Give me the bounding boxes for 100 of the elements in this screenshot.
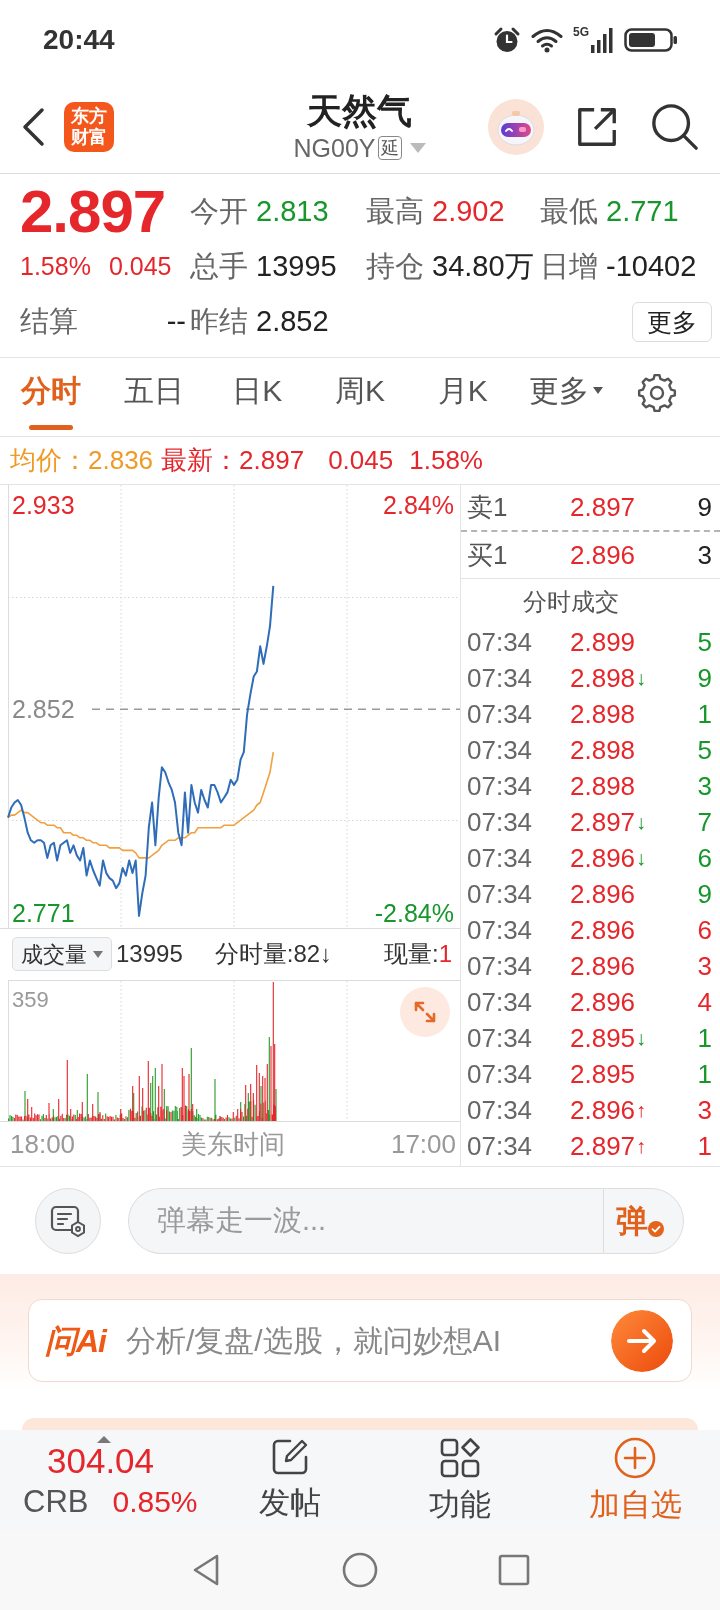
- grid-icon: [439, 1437, 481, 1479]
- tick-volume: 9: [697, 661, 712, 695]
- tick-time: 07:34: [467, 769, 534, 803]
- caret-up-icon[interactable]: [97, 1436, 111, 1443]
- arrow-right-icon[interactable]: [611, 1309, 673, 1372]
- tick-volume: 7: [697, 805, 712, 839]
- minute-volume: 分时量:82↓: [214, 939, 333, 969]
- chart-tab[interactable]: 分时: [17, 358, 86, 436]
- percent-axis-label: -2.84%: [374, 899, 454, 928]
- tick-volume: 3: [697, 1093, 712, 1127]
- order-volume: 3: [697, 538, 712, 572]
- last-price: 2.897: [20, 183, 167, 240]
- tick-volume: 1: [697, 1021, 712, 1055]
- tick-price: 2.898: [570, 733, 636, 767]
- field-value: 2.813: [256, 193, 329, 229]
- order-volume: 9: [697, 491, 712, 524]
- latest-price: 最新：2.897: [161, 444, 305, 477]
- ai-logo: 问Ai: [45, 1321, 106, 1361]
- volume-max-label: 359: [12, 986, 49, 1014]
- tick-volume: 9: [697, 877, 712, 911]
- average-price: 均价：2.836: [10, 444, 154, 477]
- change-percent: 1.58%: [20, 250, 91, 282]
- field-value: 2.771: [606, 193, 679, 229]
- order-price: 2.896: [570, 538, 636, 572]
- tick-price: 2.897: [570, 1129, 636, 1163]
- order-level-label: 卖1: [467, 491, 509, 524]
- edit-icon: [270, 1437, 310, 1477]
- tick-time: 07:34: [467, 877, 534, 911]
- tick-time: 07:34: [467, 805, 534, 839]
- tick-price: 2.898: [570, 697, 636, 731]
- tick-time: 07:34: [467, 1129, 534, 1163]
- price-change: 0.045: [108, 250, 172, 282]
- tick-volume: 3: [697, 949, 712, 983]
- chart-tab[interactable]: 更多: [524, 358, 607, 436]
- nav-home-icon[interactable]: [342, 1552, 378, 1588]
- tick-volume: 1: [697, 1057, 712, 1091]
- tick-time: 07:34: [467, 985, 534, 1019]
- tick-price: 2.899: [570, 625, 636, 659]
- tick-time: 07:34: [467, 697, 534, 731]
- tick-price: 2.897: [570, 805, 636, 839]
- toolbar-button[interactable]: 功能: [370, 1430, 550, 1530]
- index-name[interactable]: CRB: [23, 1484, 89, 1520]
- index-value[interactable]: 304.04: [47, 1443, 210, 1479]
- field-label: 昨结: [190, 303, 248, 339]
- caret-icon: [93, 950, 103, 958]
- battery-icon: [624, 27, 678, 53]
- alarm-clock-icon: [493, 26, 521, 54]
- tick-time: 07:34: [467, 1021, 534, 1055]
- total-volume: 13995: [116, 939, 183, 969]
- tick-volume: 6: [697, 841, 712, 875]
- field-value: 2.852: [256, 303, 329, 339]
- tick-price: 2.895: [570, 1021, 636, 1055]
- field-label: 最低: [540, 193, 598, 229]
- wifi-icon: [531, 27, 563, 53]
- field-label: 日增: [540, 248, 598, 284]
- chart-tab[interactable]: 五日: [120, 358, 189, 436]
- expand-icon[interactable]: [400, 987, 450, 1037]
- change-percent: 1.58%: [409, 444, 483, 477]
- tick-time: 07:34: [467, 1057, 534, 1091]
- tick-arrow: ↓: [636, 810, 647, 835]
- index-change[interactable]: 0.85%: [112, 1479, 198, 1524]
- tick-time: 07:34: [467, 661, 534, 695]
- price-change: 0.045: [328, 444, 394, 477]
- chart-tab[interactable]: 周K: [331, 358, 389, 436]
- field-value: 34.80万: [432, 248, 534, 284]
- search-icon[interactable]: [650, 101, 700, 152]
- tick-time: 07:34: [467, 841, 534, 875]
- chart-tab[interactable]: 日K: [228, 358, 287, 436]
- tick-volume: 5: [697, 733, 712, 767]
- ai-entry-card[interactable]: 问Ai 分析/复盘/选股，就问妙想AI: [28, 1299, 692, 1382]
- robot-avatar-icon[interactable]: [488, 98, 544, 155]
- tick-price: 2.896: [570, 913, 636, 947]
- time-zone-label: 美东时间: [181, 1128, 285, 1161]
- chart-tab[interactable]: 月K: [433, 358, 492, 436]
- tick-time: 07:34: [467, 625, 534, 659]
- tick-time: 07:34: [467, 733, 534, 767]
- back-icon[interactable]: [20, 105, 46, 148]
- tick-arrow: ↑: [636, 1134, 647, 1159]
- tick-volume: 4: [697, 985, 712, 1019]
- delay-badge: 延: [378, 135, 403, 160]
- nav-recents-icon[interactable]: [497, 1553, 531, 1587]
- order-price: 2.897: [570, 491, 636, 524]
- tick-arrow: ↓: [636, 1026, 647, 1051]
- current-volume: 1: [438, 939, 452, 969]
- field-value: -10402: [606, 248, 697, 284]
- more-button[interactable]: 更多: [632, 301, 712, 342]
- tick-arrow: ↑: [636, 1098, 647, 1123]
- clock-time: 20:44: [43, 23, 115, 57]
- toolbar-button[interactable]: 发帖: [210, 1430, 370, 1530]
- tick-time: 07:34: [467, 1093, 534, 1127]
- danmaku-input[interactable]: 弹幕走一波...: [128, 1187, 604, 1254]
- tick-time: 07:34: [467, 949, 534, 983]
- tick-volume: 1: [697, 697, 712, 731]
- caret-icon: [592, 386, 603, 394]
- time-axis-label: 18:00: [10, 1128, 76, 1161]
- instrument-name: 天然气: [307, 89, 413, 132]
- tick-volume: 6: [697, 913, 712, 947]
- settings-icon[interactable]: [637, 373, 678, 413]
- volume-selector[interactable]: 成交量: [12, 937, 112, 971]
- tick-time: 07:34: [467, 913, 534, 947]
